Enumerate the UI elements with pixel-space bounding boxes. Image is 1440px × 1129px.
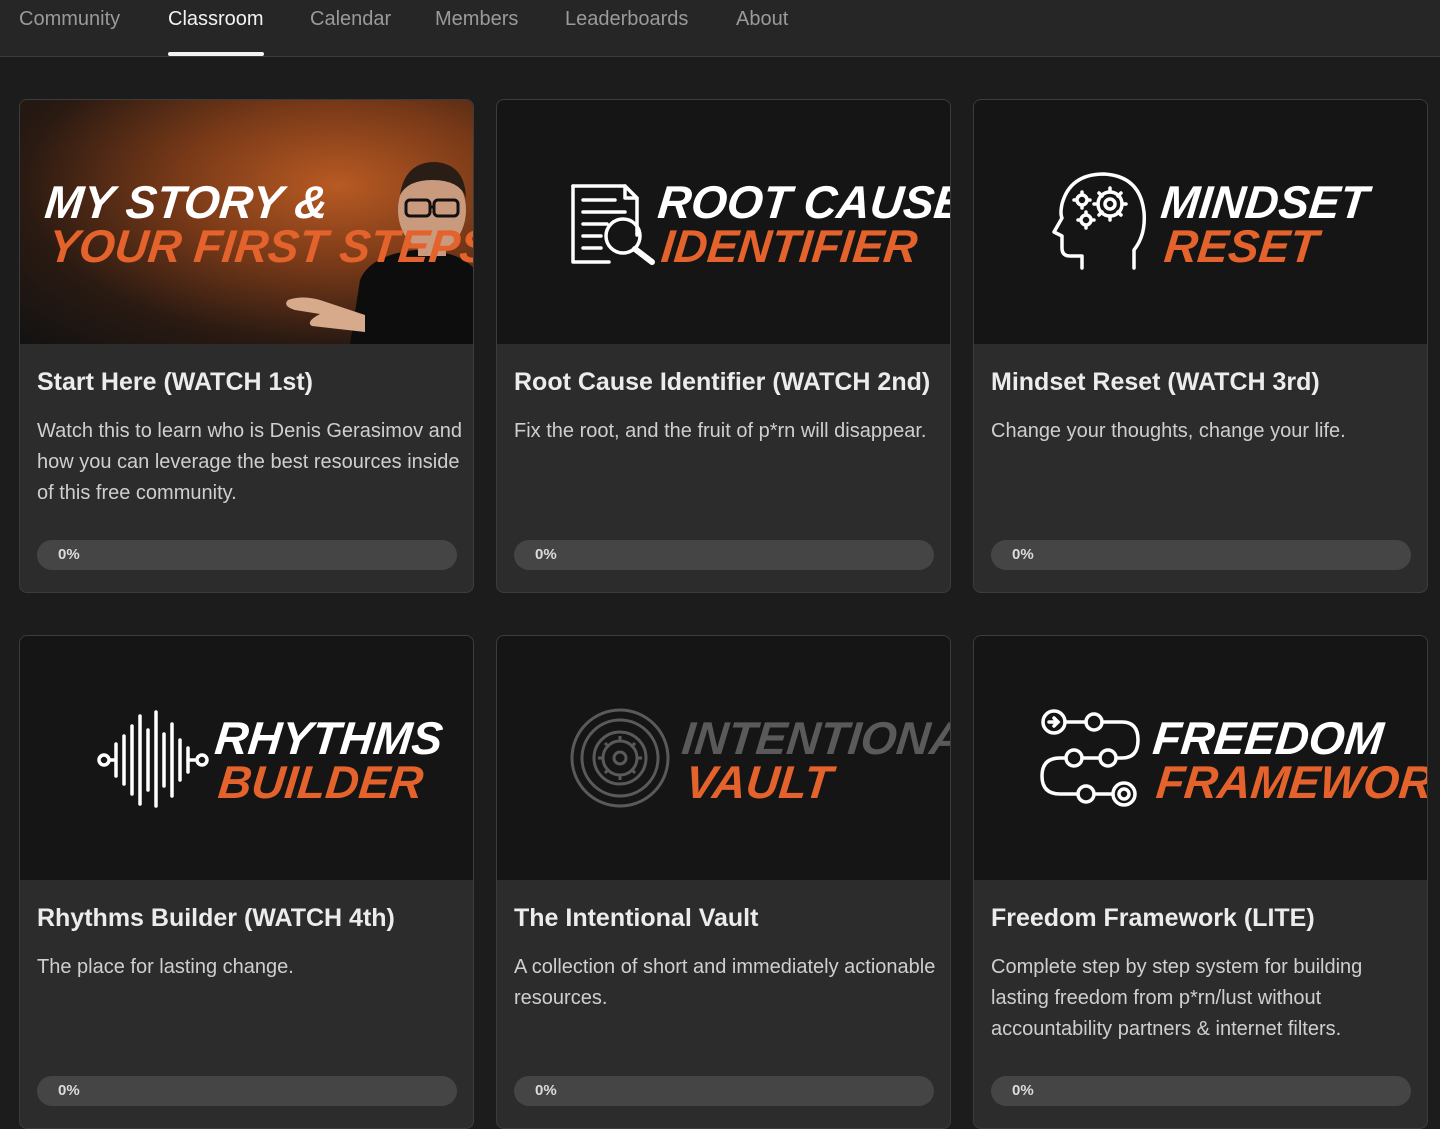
top-nav: Community Classroom Calendar Members Lea…	[0, 0, 1440, 57]
progress-bar: 0%	[991, 1076, 1411, 1106]
progress-bar: 0%	[991, 540, 1411, 570]
progress-label: 0%	[58, 546, 80, 563]
thumb-title-line2: BUILDER	[216, 756, 426, 808]
progress-label: 0%	[535, 1082, 557, 1099]
course-description: Change your thoughts, change your life.	[991, 420, 1346, 442]
thumb-title-line2: FRAMEWORK	[1154, 756, 1427, 808]
thumb-title-line2: RESET	[1162, 220, 1325, 272]
course-thumbnail: RHYTHMS BUILDER	[20, 636, 473, 880]
course-thumbnail: MY STORY & YOUR FIRST STEPS	[20, 100, 473, 344]
path-flow-icon	[1040, 709, 1140, 807]
progress-bar: 0%	[37, 1076, 457, 1106]
sound-wave-icon	[97, 710, 209, 808]
course-description: Fix the root, and the fruit of p*rn will…	[514, 420, 927, 442]
tab-community[interactable]: Community	[19, 0, 120, 57]
thumb-title-line2: IDENTIFIER	[659, 220, 920, 272]
course-card-freedom-framework[interactable]: FREEDOM FRAMEWORK Freedom Framework (LIT…	[973, 635, 1428, 1129]
progress-label: 0%	[535, 546, 557, 563]
course-description: Watch this to learn who is Denis Gerasim…	[37, 420, 462, 504]
course-card-root-cause[interactable]: ROOT CAUSE IDENTIFIER Root Cause Identif…	[496, 99, 951, 593]
progress-label: 0%	[1012, 1082, 1034, 1099]
course-title: Freedom Framework (LITE)	[991, 904, 1315, 932]
tab-label: Calendar	[310, 8, 392, 30]
course-thumbnail: FREEDOM FRAMEWORK	[974, 636, 1427, 880]
course-description: A collection of short and immediately ac…	[514, 956, 936, 1009]
tab-label: Leaderboards	[565, 8, 689, 30]
tab-label: Members	[435, 8, 519, 30]
course-description: The place for lasting change.	[37, 956, 294, 978]
thumb-title-line2: YOUR FIRST STEPS	[46, 220, 473, 272]
progress-bar: 0%	[37, 540, 457, 570]
progress-label: 0%	[58, 1082, 80, 1099]
course-thumbnail: ROOT CAUSE IDENTIFIER	[497, 100, 950, 344]
thumb-title-line2: VAULT	[683, 756, 839, 808]
tab-calendar[interactable]: Calendar	[310, 0, 391, 57]
tab-leaderboards[interactable]: Leaderboards	[565, 0, 688, 57]
progress-label: 0%	[1012, 546, 1034, 563]
progress-bar: 0%	[514, 1076, 934, 1106]
tab-members[interactable]: Members	[435, 0, 518, 57]
document-search-icon	[571, 184, 655, 265]
tab-classroom[interactable]: Classroom	[168, 0, 264, 57]
course-card-mindset-reset[interactable]: MINDSET RESET Mindset Reset (WATCH 3rd) …	[973, 99, 1428, 593]
course-title: Start Here (WATCH 1st)	[37, 368, 313, 396]
tab-label: Classroom	[168, 8, 264, 30]
course-card-rhythms-builder[interactable]: RHYTHMS BUILDER Rhythms Builder (WATCH 4…	[19, 635, 474, 1129]
course-card-start-here[interactable]: MY STORY & YOUR FIRST STEPS Start Here (…	[19, 99, 474, 593]
tab-about[interactable]: About	[736, 0, 788, 57]
vault-dial-icon	[570, 708, 670, 808]
course-description: Complete step by step system for buildin…	[991, 956, 1363, 1040]
course-title: Rhythms Builder (WATCH 4th)	[37, 904, 395, 932]
course-card-intentional-vault[interactable]: INTENTIONAL VAULT The Intentional Vault …	[496, 635, 951, 1129]
course-title: The Intentional Vault	[514, 904, 759, 932]
course-thumbnail: MINDSET RESET	[974, 100, 1427, 344]
active-tab-indicator	[168, 52, 264, 56]
progress-bar: 0%	[514, 540, 934, 570]
course-title: Root Cause Identifier (WATCH 2nd)	[514, 368, 931, 396]
course-thumbnail: INTENTIONAL VAULT	[497, 636, 950, 880]
course-title: Mindset Reset (WATCH 3rd)	[991, 368, 1320, 396]
head-gears-icon	[1052, 172, 1147, 270]
tab-label: About	[736, 8, 789, 30]
tab-label: Community	[19, 8, 121, 30]
